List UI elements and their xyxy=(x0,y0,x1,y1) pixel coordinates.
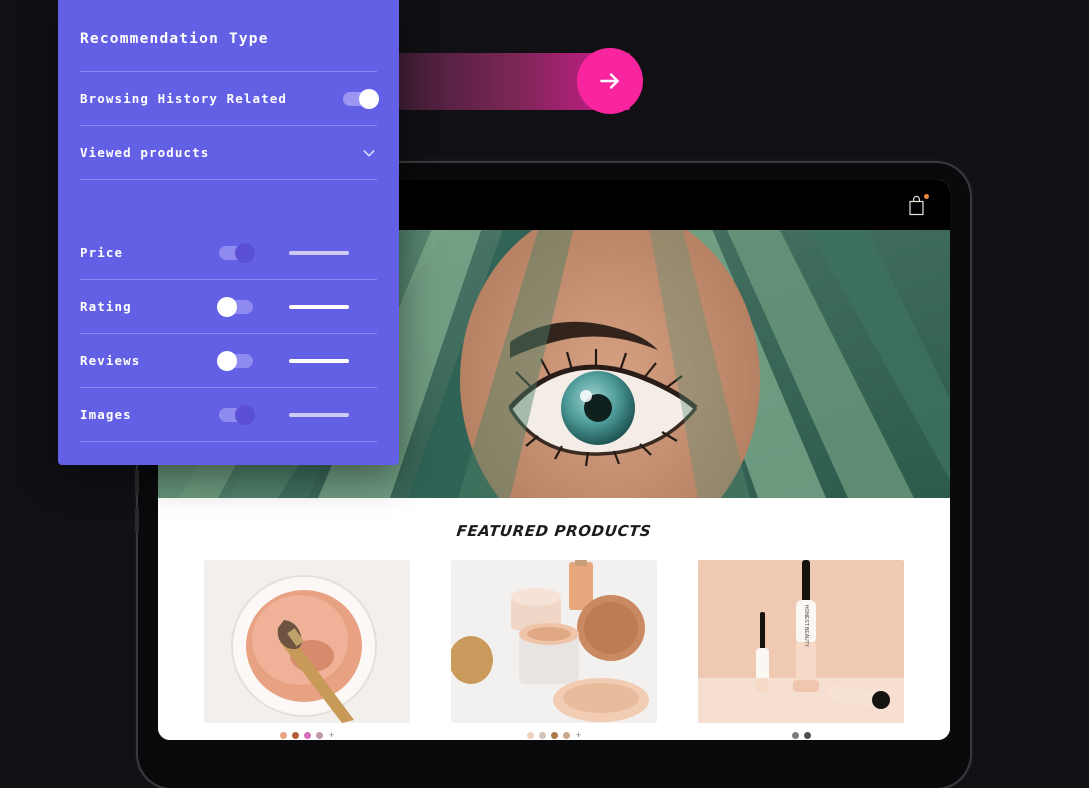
product-image-eyeshadow xyxy=(204,560,410,723)
row-label: Images xyxy=(80,407,132,422)
featured-products-section: FEATURED PRODUCTS + + HONEST BEAUTY xyxy=(158,498,950,740)
product-swatches-mascara[interactable] xyxy=(698,732,904,739)
images-controls xyxy=(219,404,377,425)
toggle-knob xyxy=(235,404,255,425)
row-label: Reviews xyxy=(80,353,141,368)
slider-price[interactable] xyxy=(289,250,349,255)
toggle-knob xyxy=(217,296,237,317)
toggle-images[interactable] xyxy=(219,404,255,425)
product-card-mascara[interactable]: HONEST BEAUTY Mascara $10 xyxy=(698,560,904,740)
slider-images[interactable] xyxy=(289,412,349,417)
toggle-price[interactable] xyxy=(219,242,255,263)
panel-title: Recommendation Type xyxy=(80,31,269,47)
row-label: Price xyxy=(80,245,124,260)
swatch[interactable] xyxy=(303,732,311,739)
swatch[interactable] xyxy=(550,732,558,739)
row-images[interactable]: Images xyxy=(80,388,377,441)
screenshot-root: DES BEAUTIES FEATURED PRODUCTS xyxy=(0,0,1089,788)
row-rating[interactable]: Rating xyxy=(80,280,377,333)
rating-controls xyxy=(217,296,377,317)
product-swatches-foundation[interactable]: + xyxy=(451,731,657,740)
row-viewed-products[interactable]: Viewed products xyxy=(80,126,377,179)
arrow-right-icon xyxy=(597,68,623,94)
row-price[interactable]: Price xyxy=(80,226,377,279)
product-card-eyeshadow[interactable]: + Eyeshadow $8 xyxy=(204,560,410,740)
swatch[interactable] xyxy=(803,732,811,739)
toggle-browsing-history-related[interactable] xyxy=(343,88,379,109)
swatch[interactable] xyxy=(562,732,570,739)
swatch[interactable] xyxy=(279,732,287,739)
more-swatches-button[interactable]: + xyxy=(329,731,334,740)
product-image-mascara: HONEST BEAUTY xyxy=(698,560,904,723)
toggle-knob xyxy=(359,88,379,109)
toggle-rating[interactable] xyxy=(217,296,253,317)
recommendation-type-panel: Recommendation Type Browsing History Rel… xyxy=(58,0,399,465)
row-reviews[interactable]: Reviews xyxy=(80,334,377,387)
shopping-bag-icon[interactable] xyxy=(907,193,929,216)
toggle-knob xyxy=(217,350,237,371)
toggle-knob xyxy=(235,242,255,263)
swatch[interactable] xyxy=(538,732,546,739)
slider-reviews[interactable] xyxy=(289,358,349,363)
row-label: Viewed products xyxy=(80,145,210,160)
chevron-down-icon[interactable] xyxy=(361,145,377,161)
svg-text:HONEST BEAUTY: HONEST BEAUTY xyxy=(803,605,809,648)
swatch[interactable] xyxy=(791,732,799,739)
toggle-reviews[interactable] xyxy=(217,350,253,371)
price-controls xyxy=(219,242,377,263)
tablet-volume-down-button[interactable] xyxy=(135,507,139,533)
swatch[interactable] xyxy=(315,732,323,739)
swatch[interactable] xyxy=(526,732,534,739)
cta-arrow-button[interactable] xyxy=(577,48,643,114)
product-image-foundation xyxy=(451,560,657,723)
divider xyxy=(80,441,377,442)
tablet-volume-up-button[interactable] xyxy=(135,469,139,495)
product-swatches-eyeshadow[interactable]: + xyxy=(204,731,410,740)
product-card-foundation[interactable]: + Foundation $12 xyxy=(451,560,657,740)
cart-badge xyxy=(924,193,929,199)
swatch[interactable] xyxy=(291,732,299,739)
row-label: Browsing History Related xyxy=(80,91,288,106)
panel-spacer xyxy=(80,180,377,226)
product-grid: + Eyeshadow $8 xyxy=(158,560,950,740)
row-browsing-history-related[interactable]: Browsing History Related xyxy=(80,72,379,125)
featured-products-title: FEATURED PRODUCTS xyxy=(455,522,653,540)
slider-rating[interactable] xyxy=(289,304,349,309)
row-label: Rating xyxy=(80,299,132,314)
reviews-controls xyxy=(217,350,377,371)
more-swatches-button[interactable]: + xyxy=(576,731,581,740)
